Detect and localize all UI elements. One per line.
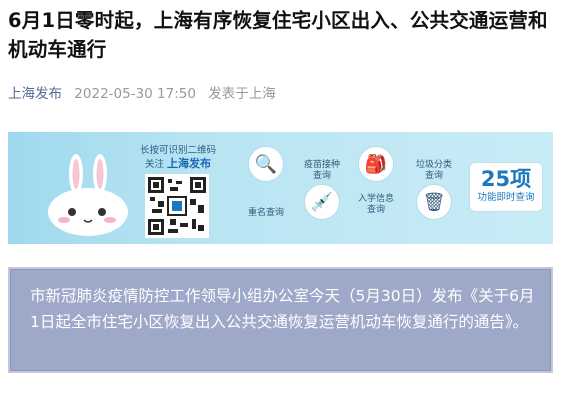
feature-garbage-lookup[interactable]: 垃圾分类查询 🗑	[408, 160, 460, 223]
feature-vaccine-lookup[interactable]: 疫苗接种查询 💉	[296, 160, 348, 223]
quote-block: 市新冠肺炎疫情防控工作领导小组办公室今天（5月30日）发布《关于6月1日起全市住…	[8, 267, 553, 373]
account-name-link[interactable]: 上海发布	[8, 86, 62, 102]
publish-location: 发表于上海	[208, 86, 276, 102]
follow-line: 关注 上海发布	[144, 157, 212, 170]
feature-count-badge: 25项 功能即时查询	[469, 162, 543, 212]
article-title: 6月1日零时起，上海有序恢复住宅小区出入、公共交通运营和机动车通行	[8, 9, 548, 61]
magnifier-icon: 🔍	[248, 146, 284, 182]
qr-caption: 长按可识别二维码 关注 上海发布	[128, 144, 228, 171]
feature-school-lookup[interactable]: 🎒 入学信息查询	[350, 146, 402, 216]
school-bag-icon: 🎒	[358, 146, 394, 182]
feature-count-caption: 功能即时查询	[477, 192, 535, 203]
follow-account-name: 上海发布	[167, 157, 212, 170]
qr-hint: 长按可识别二维码	[139, 145, 216, 156]
qr-code-icon[interactable]	[145, 174, 209, 238]
syringe-icon: 💉	[304, 184, 340, 220]
feature-name-lookup[interactable]: 🔍 重名查询	[240, 146, 292, 219]
feature-count: 25项	[480, 167, 532, 191]
bunny-mascot-icon	[48, 154, 128, 236]
quote-text: 市新冠肺炎疫情防控工作领导小组办公室今天（5月30日）发布《关于6月1日起全市住…	[30, 287, 535, 331]
article-meta: 上海发布 2022-05-30 17:50 发表于上海	[8, 82, 284, 102]
publish-time: 2022-05-30 17:50	[74, 86, 196, 102]
promo-banner[interactable]: 长按可识别二维码 关注 上海发布 🔍 重名查询 疫苗接种查询 💉 🎒 入学信息查…	[8, 132, 553, 244]
trash-bin-icon: 🗑	[416, 184, 452, 220]
